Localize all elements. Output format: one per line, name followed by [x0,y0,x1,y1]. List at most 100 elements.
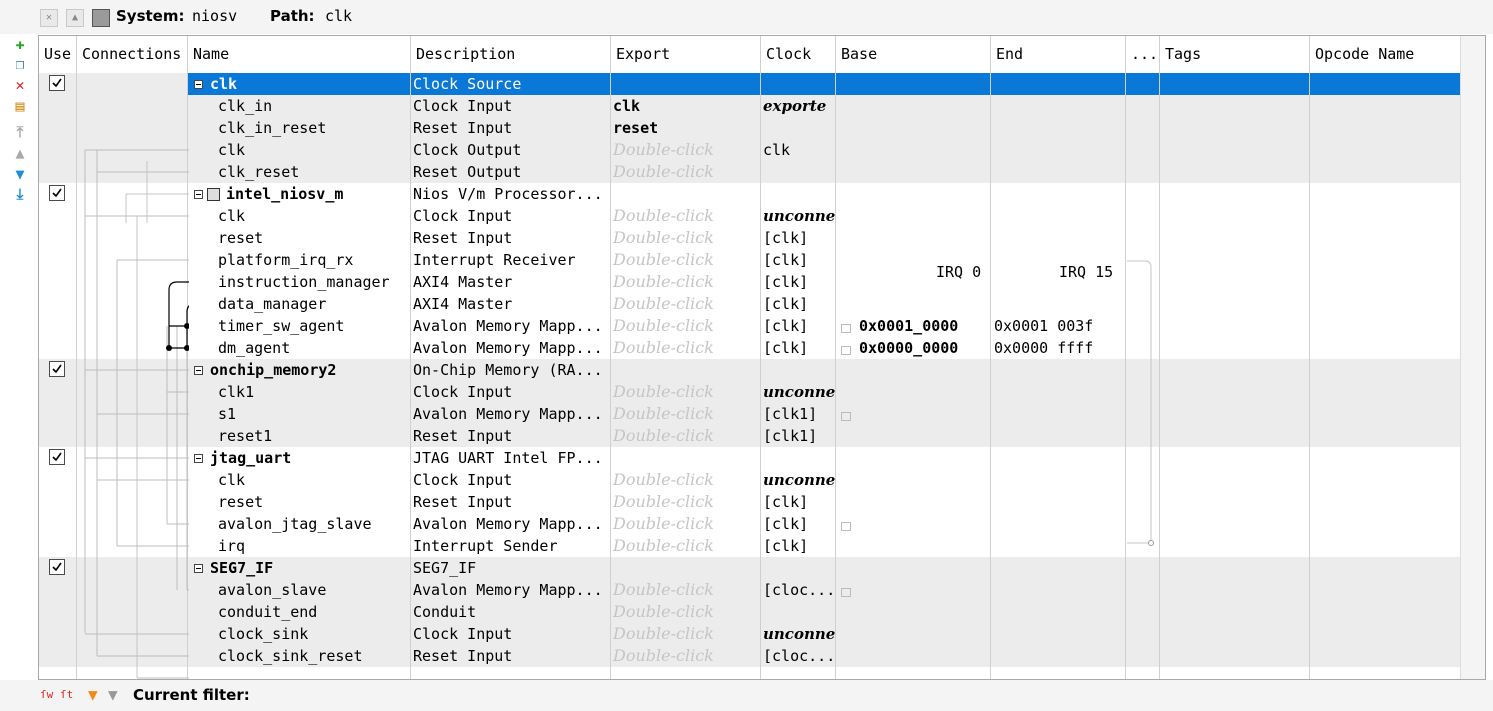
move-bottom-icon[interactable]: ⤓ [12,186,28,202]
export-cell[interactable]: Double-click [613,403,759,425]
use-checkbox[interactable] [49,75,65,91]
col-export[interactable]: Export [611,36,761,73]
lock-icon[interactable] [841,522,851,531]
filter-icon[interactable]: ▼ [88,685,98,704]
port-row[interactable]: instruction_manager AXI4 Master Double-cli… [39,271,1460,293]
port-row[interactable]: platform_irq_rx Interrupt Receiver Double-… [39,249,1460,271]
remove-icon[interactable]: ✕ [12,77,28,93]
module-row[interactable]: clk Clock Source [39,73,1460,95]
export-cell[interactable]: Double-click [613,271,759,293]
edit-icon[interactable]: ▤ [12,98,28,114]
collapse-toggle-icon[interactable] [194,366,203,375]
base-address-cell[interactable]: 0x0000_0000 [859,337,958,359]
export-cell[interactable]: Double-click [613,205,759,227]
lock-icon[interactable] [841,588,851,597]
duplicate-icon[interactable]: ❐ [12,56,28,72]
port-row[interactable]: clk Clock Input Double-click unconne [39,205,1460,227]
col-name[interactable]: Name [188,36,411,73]
export-cell[interactable]: Double-click [613,425,759,447]
clock-cell[interactable]: [clk] [763,227,835,249]
port-row[interactable]: reset Reset Input Double-click [clk] [39,227,1460,249]
port-row[interactable]: reset1 Reset Input Double-click [clk1] [39,425,1460,447]
port-row[interactable]: clk_in_reset Reset Input reset [39,117,1460,139]
port-row[interactable]: data_manager AXI4 Master Double-click [clk] [39,293,1460,315]
port-row[interactable]: timer_sw_agent Avalon Memory Mapp... Doubl… [39,315,1460,337]
export-cell[interactable]: Double-click [613,535,759,557]
collapse-toggle-icon[interactable] [194,564,203,573]
clock-cell[interactable]: [clk] [763,249,835,271]
clock-cell[interactable]: unconne [763,469,835,491]
module-row[interactable]: onchip_memory2 On-Chip Memory (RA... [39,359,1460,381]
clock-cell[interactable]: unconne [763,623,835,645]
port-row[interactable]: clock_sink_reset Reset Input Double-click[… [39,645,1460,667]
use-checkbox[interactable] [49,559,65,575]
hide-signals-icon[interactable]: ſt [60,688,73,701]
clock-cell[interactable]: [clk] [763,271,835,293]
col-clock[interactable]: Clock [761,36,836,73]
export-cell[interactable]: Double-click [613,249,759,271]
clock-cell[interactable]: unconne [763,381,835,403]
clock-cell[interactable]: [clk1] [763,425,835,447]
lock-icon[interactable] [841,324,851,333]
use-checkbox[interactable] [49,361,65,377]
export-cell[interactable]: Double-click [613,469,759,491]
port-row[interactable]: conduit_end Conduit Double-click [39,601,1460,623]
col-use[interactable]: Use [39,36,77,73]
export-cell[interactable]: reset [613,117,759,139]
export-cell[interactable]: clk [613,95,759,117]
clock-cell[interactable]: exporte [763,95,835,117]
up-level-icon[interactable]: ▲ [66,9,84,27]
port-row[interactable]: clk_in Clock Input clk exporte [39,95,1460,117]
port-row[interactable]: clk Clock Output Double-click clk [39,139,1460,161]
lock-icon[interactable] [841,346,851,355]
port-row[interactable]: s1 Avalon Memory Mapp... Double-click [clk1… [39,403,1460,425]
export-cell[interactable]: Double-click [613,381,759,403]
col-description[interactable]: Description [411,36,611,73]
move-down-icon[interactable]: ▼ [12,166,28,182]
move-up-icon[interactable]: ▲ [12,145,28,161]
collapse-toggle-icon[interactable] [194,80,203,89]
export-cell[interactable]: Double-click [613,337,759,359]
export-cell[interactable]: Double-click [613,513,759,535]
collapse-toggle-icon[interactable] [194,454,203,463]
port-row[interactable]: clk1 Clock Input Double-click unconne [39,381,1460,403]
clear-filter-icon[interactable]: ▼ [108,685,118,704]
col-tags[interactable]: Tags [1160,36,1310,73]
port-row[interactable]: reset Reset Input Double-click [clk] [39,491,1460,513]
export-cell[interactable]: Double-click [613,491,759,513]
clock-cell[interactable]: [clk] [763,491,835,513]
export-cell[interactable]: Double-click [613,315,759,337]
port-row[interactable]: irq Interrupt Sender Double-click [clk] [39,535,1460,557]
collapse-icon[interactable]: ✕ [40,9,58,27]
vertical-scrollbar[interactable] [1460,36,1485,679]
module-row[interactable]: SEG7_IF SEG7_IF [39,557,1460,579]
connection-lines[interactable] [77,73,189,679]
base-address-cell[interactable]: 0x0001_0000 [859,315,958,337]
export-cell[interactable]: Double-click [613,601,759,623]
col-opcode-name[interactable]: Opcode Name [1310,36,1460,73]
collapse-toggle-icon[interactable] [194,190,203,199]
col-end[interactable]: End [991,36,1126,73]
clock-cell[interactable]: [cloc... [763,579,835,601]
lock-icon[interactable] [841,412,851,421]
export-cell[interactable]: Double-click [613,293,759,315]
export-cell[interactable]: Double-click [613,645,759,667]
port-row[interactable]: avalon_jtag_slave Avalon Memory Mapp... Do… [39,513,1460,535]
use-checkbox[interactable] [49,185,65,201]
col-connections[interactable]: Connections [77,36,188,73]
port-row[interactable]: clk_reset Reset Output Double-click [39,161,1460,183]
clock-cell[interactable]: clk [763,139,835,161]
port-row[interactable]: clk Clock Input Double-click unconne [39,469,1460,491]
export-cell[interactable]: Double-click [613,227,759,249]
port-row[interactable]: avalon_slave Avalon Memory Mapp... Double-… [39,579,1460,601]
add-icon[interactable]: ✚ [12,36,28,52]
export-cell[interactable]: Double-click [613,579,759,601]
show-signals-icon[interactable]: ſw [40,688,53,701]
module-row[interactable]: intel_niosv_m Nios V/m Processor... [39,183,1460,205]
clock-cell[interactable]: [clk] [763,293,835,315]
export-cell[interactable]: Double-click [613,161,759,183]
port-row[interactable]: clock_sink Clock Input Double-click unconne [39,623,1460,645]
clock-cell[interactable]: [clk] [763,315,835,337]
use-checkbox[interactable] [49,449,65,465]
export-cell[interactable]: Double-click [613,139,759,161]
